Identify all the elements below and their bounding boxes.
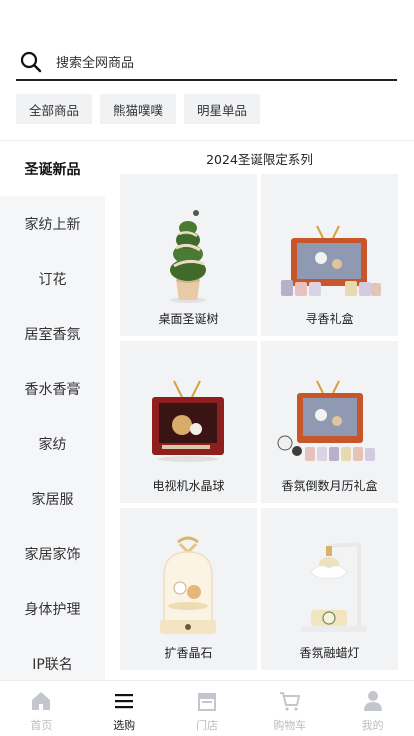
bottom-tab-bar: 首页 选购 门店 购物车 我的 (0, 680, 414, 736)
category-sidebar: 圣诞新品 家纺上新 订花 居室香氛 香水香膏 家纺 家居服 家居家饰 身体护理 … (0, 141, 105, 680)
product-name: 香氛倒数月历礼盒 (281, 479, 378, 493)
product-card[interactable]: 香氛倒数月历礼盒 (261, 341, 398, 503)
product-grid: 桌面圣诞树 寻香礼盒 电视机水晶球 香氛倒数月历礼盒 扩香晶石 香氛融蜡灯 (120, 174, 404, 670)
sidebar-item-homewear[interactable]: 家居服 (0, 471, 105, 526)
chip-star-items[interactable]: 明星单品 (184, 94, 261, 124)
profile-icon (361, 689, 385, 713)
tab-profile[interactable]: 我的 (331, 681, 414, 736)
sidebar-item-home-fragrance[interactable]: 居室香氛 (0, 306, 105, 361)
product-name: 桌面圣诞树 (158, 312, 219, 326)
tab-shop[interactable]: 选购 (83, 681, 166, 736)
tab-home-label: 首页 (30, 719, 53, 732)
product-name: 扩香晶石 (164, 646, 213, 660)
product-card[interactable]: 桌面圣诞树 (120, 174, 257, 336)
retro-tv-gift-box-image (271, 188, 388, 306)
product-card[interactable]: 扩香晶石 (120, 508, 257, 670)
sidebar-item-perfume[interactable]: 香水香膏 (0, 361, 105, 416)
tab-cart-label: 购物车 (273, 719, 307, 732)
product-card[interactable]: 寻香礼盒 (261, 174, 398, 336)
sidebar-item-home-decor[interactable]: 家居家饰 (0, 526, 105, 581)
tv-crystal-ball-image (130, 355, 247, 473)
tab-home[interactable]: 首页 (0, 681, 83, 736)
wax-melt-lamp-image (271, 522, 388, 640)
filter-chips: 全部商品 熊猫噗噗 明星单品 (16, 94, 261, 124)
chip-panda[interactable]: 熊猫噗噗 (100, 94, 177, 124)
tab-profile-label: 我的 (361, 719, 384, 732)
tab-shop-label: 选购 (113, 719, 136, 732)
sidebar-item-textiles[interactable]: 家纺 (0, 416, 105, 471)
tab-cart[interactable]: 购物车 (248, 681, 331, 736)
search-placeholder[interactable]: 搜索全网商品 (56, 52, 134, 71)
diffuser-crystal-dome-image (130, 522, 247, 640)
product-content: 2024圣诞限定系列 桌面圣诞树 寻香礼盒 电视机水晶球 香氛倒数月历礼盒 扩香… (105, 141, 414, 680)
sidebar-item-new-textiles[interactable]: 家纺上新 (0, 196, 105, 251)
product-name: 香氛融蜡灯 (299, 646, 360, 660)
advent-calendar-gift-box-image (271, 355, 388, 473)
chip-all-products[interactable]: 全部商品 (16, 94, 93, 124)
cart-icon (278, 689, 302, 713)
product-card[interactable]: 香氛融蜡灯 (261, 508, 398, 670)
section-title: 2024圣诞限定系列 (206, 152, 313, 167)
christmas-tree-image (130, 188, 247, 306)
product-name: 电视机水晶球 (152, 479, 225, 493)
product-name: 寻香礼盒 (305, 312, 354, 326)
tab-stores[interactable]: 门店 (166, 681, 249, 736)
sidebar-item-body-care[interactable]: 身体护理 (0, 581, 105, 636)
tab-stores-label: 门店 (195, 719, 218, 732)
sidebar-item-christmas[interactable]: 圣诞新品 (0, 141, 105, 196)
search-bar[interactable]: 搜索全网商品 (16, 44, 397, 81)
menu-icon (112, 689, 136, 713)
product-card[interactable]: 电视机水晶球 (120, 341, 257, 503)
sidebar-item-flowers[interactable]: 订花 (0, 251, 105, 306)
store-icon (195, 689, 219, 713)
search-icon (18, 49, 44, 75)
home-icon (29, 689, 53, 713)
